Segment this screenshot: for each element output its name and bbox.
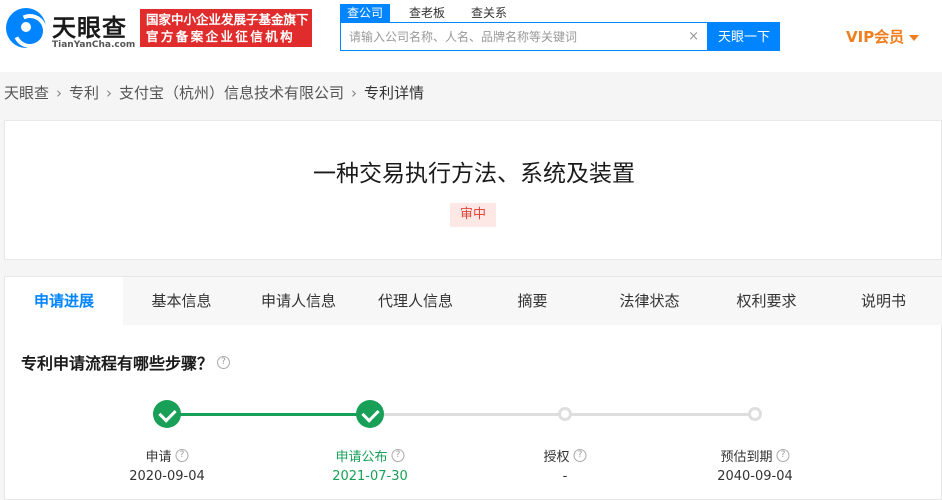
clear-icon[interactable]: × bbox=[688, 29, 699, 44]
help-icon[interactable]: ? bbox=[391, 449, 405, 462]
vip-label: VIP会员 bbox=[846, 28, 905, 46]
step-label-text: 授权 bbox=[543, 450, 570, 465]
breadcrumb-patents[interactable]: 专利 bbox=[69, 82, 99, 103]
search-input[interactable] bbox=[349, 27, 669, 47]
help-icon[interactable]: ? bbox=[776, 449, 790, 462]
search-box: × bbox=[340, 22, 708, 51]
tab-basic-info[interactable]: 基本信息 bbox=[123, 277, 240, 325]
banner-line-2: 官方备案企业征信机构 bbox=[146, 29, 296, 44]
tab-agent-info[interactable]: 代理人信息 bbox=[357, 277, 474, 325]
step-label-expiry: 预估到期? bbox=[720, 446, 790, 465]
step-label-apply: 申请? bbox=[145, 446, 189, 465]
step-4-pending-icon bbox=[748, 407, 762, 421]
breadcrumb-company[interactable]: 支付宝（杭州）信息技术有限公司 bbox=[119, 82, 344, 103]
breadcrumb: 天眼查 › 专利 › 支付宝（杭州）信息技术有限公司 › 专利详情 bbox=[4, 82, 424, 103]
step-date-apply: 2020-09-04 bbox=[129, 469, 205, 484]
status-badge: 审中 bbox=[450, 203, 496, 227]
breadcrumb-separator-icon: › bbox=[351, 83, 358, 102]
search-type-tabs: 查公司 查老板 查关系 bbox=[340, 4, 526, 22]
step-label-grant: 授权? bbox=[543, 446, 587, 465]
logo-eye-icon bbox=[6, 8, 46, 48]
vip-member-menu[interactable]: VIP会员 bbox=[846, 26, 920, 47]
logo-text: 天眼查 bbox=[52, 14, 127, 42]
tab-application-progress[interactable]: 申请进展 bbox=[5, 277, 123, 325]
progress-heading: 专利申请流程有哪些步骤？ bbox=[21, 354, 214, 373]
search-tab-boss[interactable]: 查老板 bbox=[402, 4, 452, 22]
step-label-publish: 申请公布? bbox=[335, 446, 405, 465]
progress-track bbox=[167, 413, 755, 416]
tab-applicant-info[interactable]: 申请人信息 bbox=[240, 277, 357, 325]
step-label-text: 预估到期 bbox=[720, 450, 773, 465]
step-date-publish: 2021-07-30 bbox=[332, 469, 408, 484]
step-3-pending-icon bbox=[558, 407, 572, 421]
step-date-expiry: 2040-09-04 bbox=[717, 469, 793, 484]
step-date-grant: - bbox=[562, 469, 568, 484]
caret-down-icon bbox=[909, 34, 920, 41]
progress-section-title: 专利申请流程有哪些步骤？ ? bbox=[21, 350, 231, 374]
step-2-check-icon bbox=[356, 400, 384, 428]
progress-fill bbox=[167, 413, 370, 416]
help-icon[interactable]: ? bbox=[573, 449, 587, 462]
search-tab-relation[interactable]: 查关系 bbox=[464, 4, 514, 22]
search-tab-company[interactable]: 查公司 bbox=[340, 4, 391, 22]
official-banner[interactable]: 国家中小企业发展子基金旗下 官方备案企业征信机构 bbox=[140, 9, 312, 47]
tab-description[interactable]: 说明书 bbox=[825, 277, 942, 325]
logo-domain: TianYanCha.com bbox=[52, 40, 136, 50]
breadcrumb-separator-icon: › bbox=[56, 83, 63, 102]
search-button[interactable]: 天眼一下 bbox=[708, 22, 780, 51]
tab-abstract[interactable]: 摘要 bbox=[474, 277, 591, 325]
help-icon[interactable]: ? bbox=[217, 355, 231, 369]
detail-tabs: 申请进展 基本信息 申请人信息 代理人信息 摘要 法律状态 权利要求 说明书 bbox=[5, 277, 942, 325]
breadcrumb-current: 专利详情 bbox=[364, 84, 425, 102]
breadcrumb-home[interactable]: 天眼查 bbox=[4, 82, 49, 103]
patent-title: 一种交易执行方法、系统及装置 bbox=[313, 161, 635, 187]
help-icon[interactable]: ? bbox=[175, 449, 189, 462]
patent-detail-panel: 申请进展 基本信息 申请人信息 代理人信息 摘要 法律状态 权利要求 说明书 专… bbox=[4, 276, 942, 500]
top-header: 天眼查 TianYanCha.com 国家中小企业发展子基金旗下 官方备案企业征… bbox=[0, 0, 942, 72]
step-label-text: 申请公布 bbox=[335, 450, 388, 465]
tab-claims[interactable]: 权利要求 bbox=[708, 277, 825, 325]
patent-title-card: 一种交易执行方法、系统及装置 审中 bbox=[4, 120, 942, 260]
tab-legal-status[interactable]: 法律状态 bbox=[591, 277, 708, 325]
banner-line-1: 国家中小企业发展子基金旗下 bbox=[146, 12, 309, 27]
step-1-check-icon bbox=[153, 400, 181, 428]
breadcrumb-separator-icon: › bbox=[106, 83, 113, 102]
step-label-text: 申请 bbox=[145, 450, 172, 465]
tianyancha-logo[interactable]: 天眼查 TianYanCha.com bbox=[6, 8, 136, 52]
